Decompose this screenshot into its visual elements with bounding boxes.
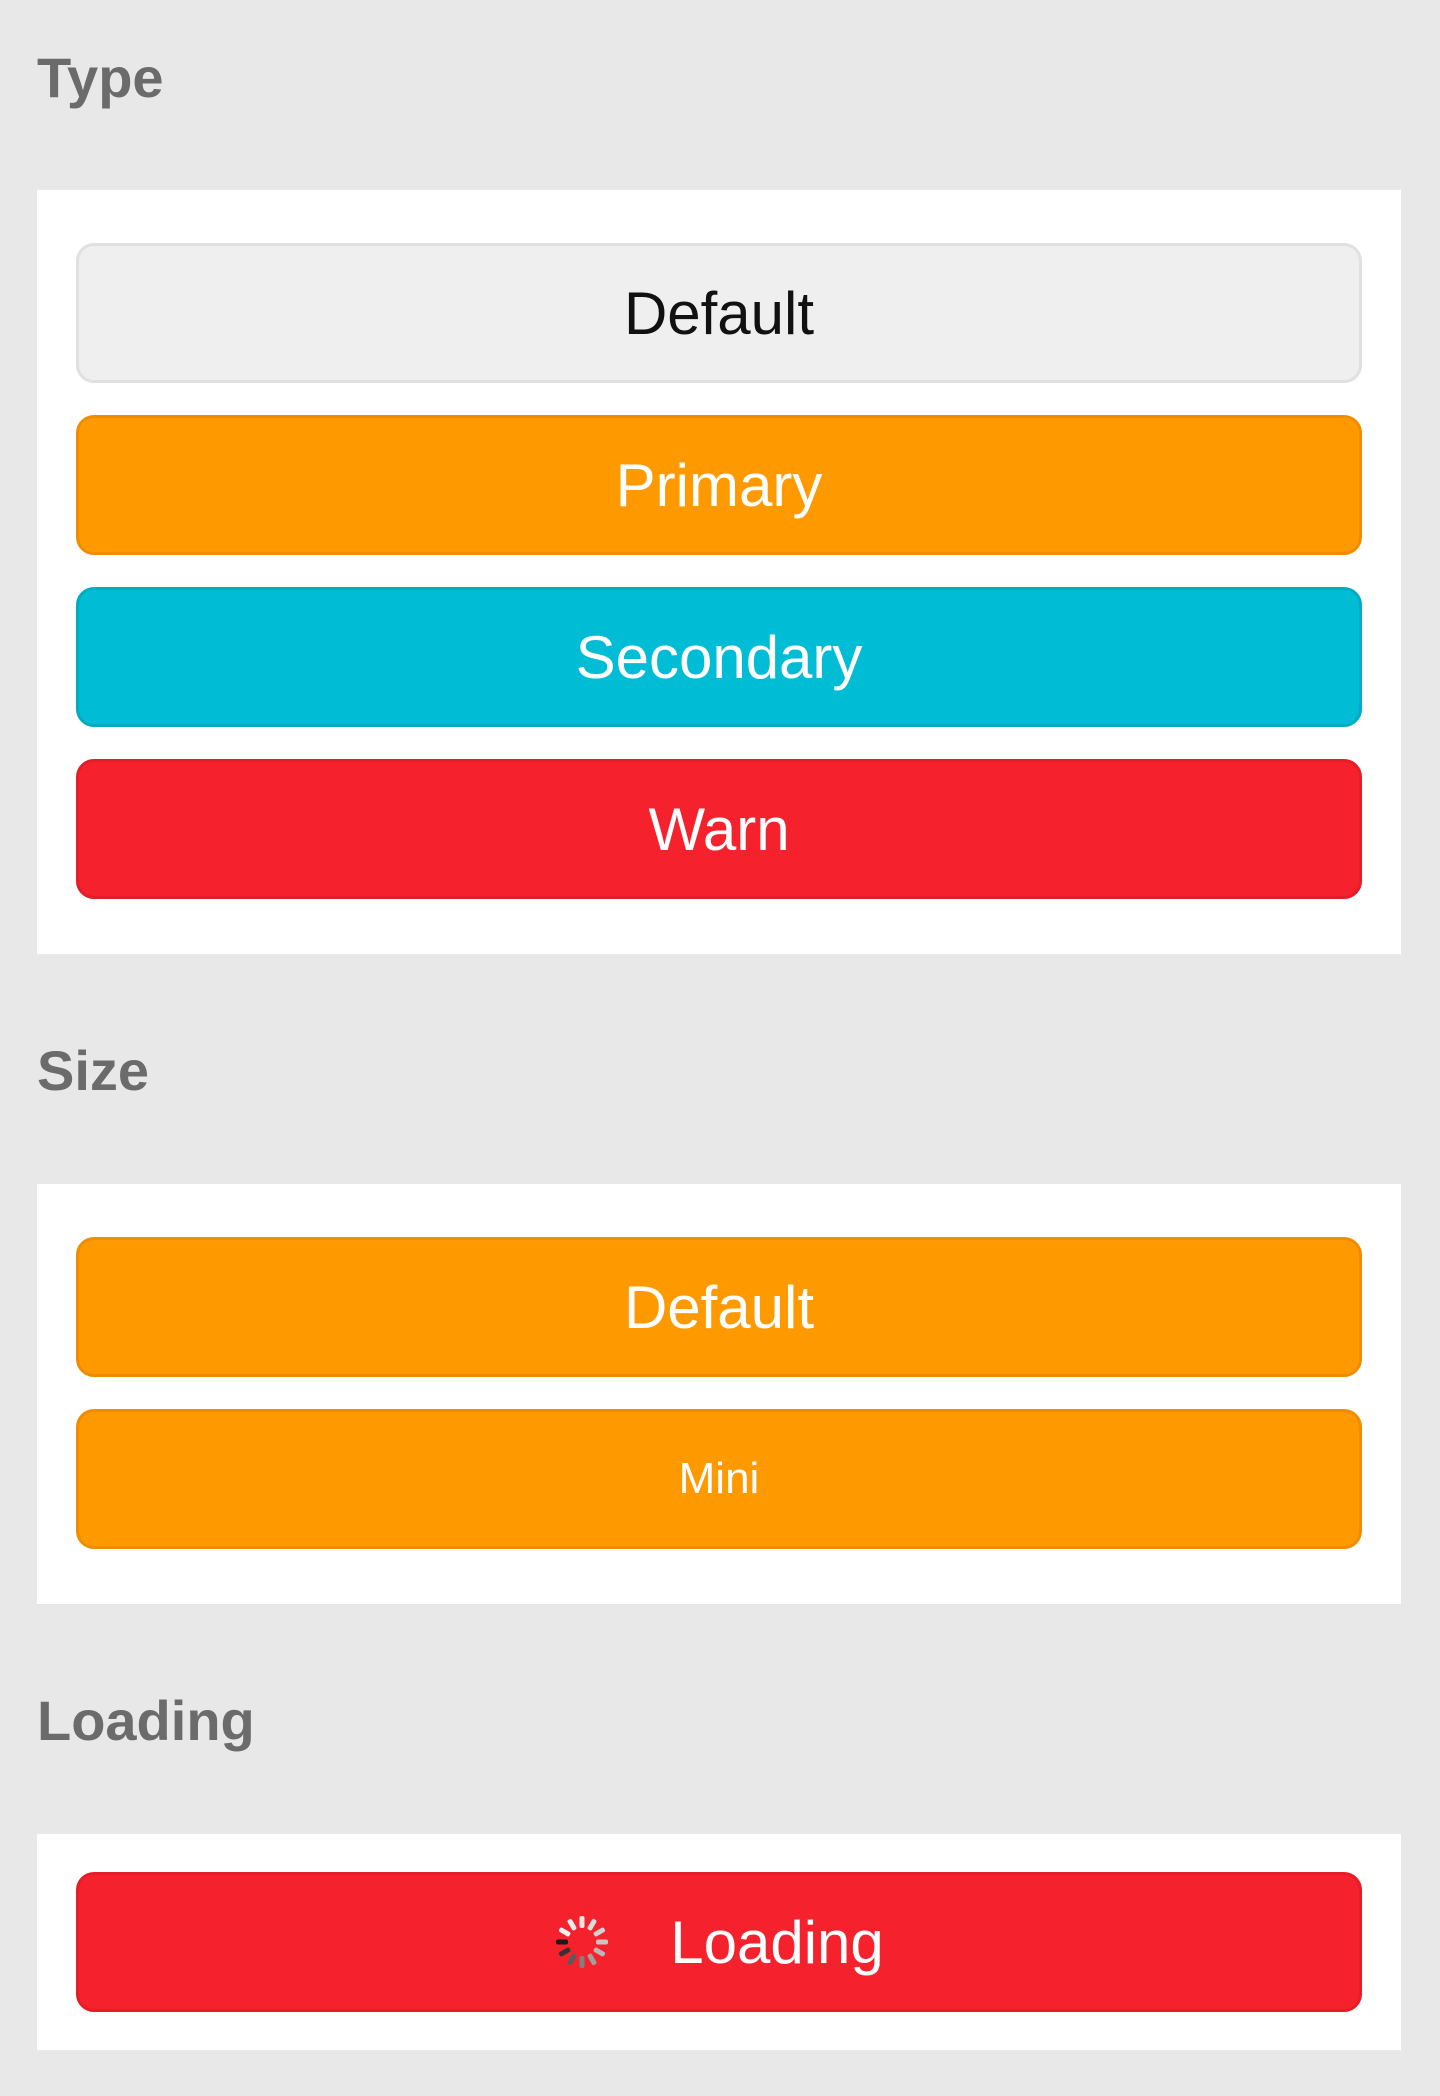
size-default-button[interactable]: Default xyxy=(76,1237,1362,1377)
section-title-type: Type xyxy=(37,46,164,109)
default-button[interactable]: Default xyxy=(76,243,1362,383)
panel-type: Default Primary Secondary Warn xyxy=(37,190,1401,954)
panel-loading: Loading xyxy=(37,1834,1401,2050)
loading-button[interactable]: Loading xyxy=(76,1872,1362,2012)
section-title-size: Size xyxy=(37,1039,150,1102)
page: Type Default Primary Secondary Warn Size… xyxy=(0,0,1440,2096)
secondary-button[interactable]: Secondary xyxy=(76,587,1362,727)
section-title-loading: Loading xyxy=(37,1689,255,1752)
primary-button-label: Primary xyxy=(615,451,823,519)
size-mini-button[interactable]: Mini xyxy=(76,1409,1362,1549)
loading-button-label: Loading xyxy=(670,1908,884,1976)
warn-button-label: Warn xyxy=(648,795,790,863)
secondary-button-label: Secondary xyxy=(575,623,863,691)
spinner-icon xyxy=(556,1916,609,1968)
size-mini-button-label: Mini xyxy=(678,1454,760,1503)
primary-button[interactable]: Primary xyxy=(76,415,1362,555)
warn-button[interactable]: Warn xyxy=(76,759,1362,899)
panel-size: Default Mini xyxy=(37,1184,1401,1604)
size-default-button-label: Default xyxy=(623,1273,815,1341)
default-button-label: Default xyxy=(623,279,815,347)
